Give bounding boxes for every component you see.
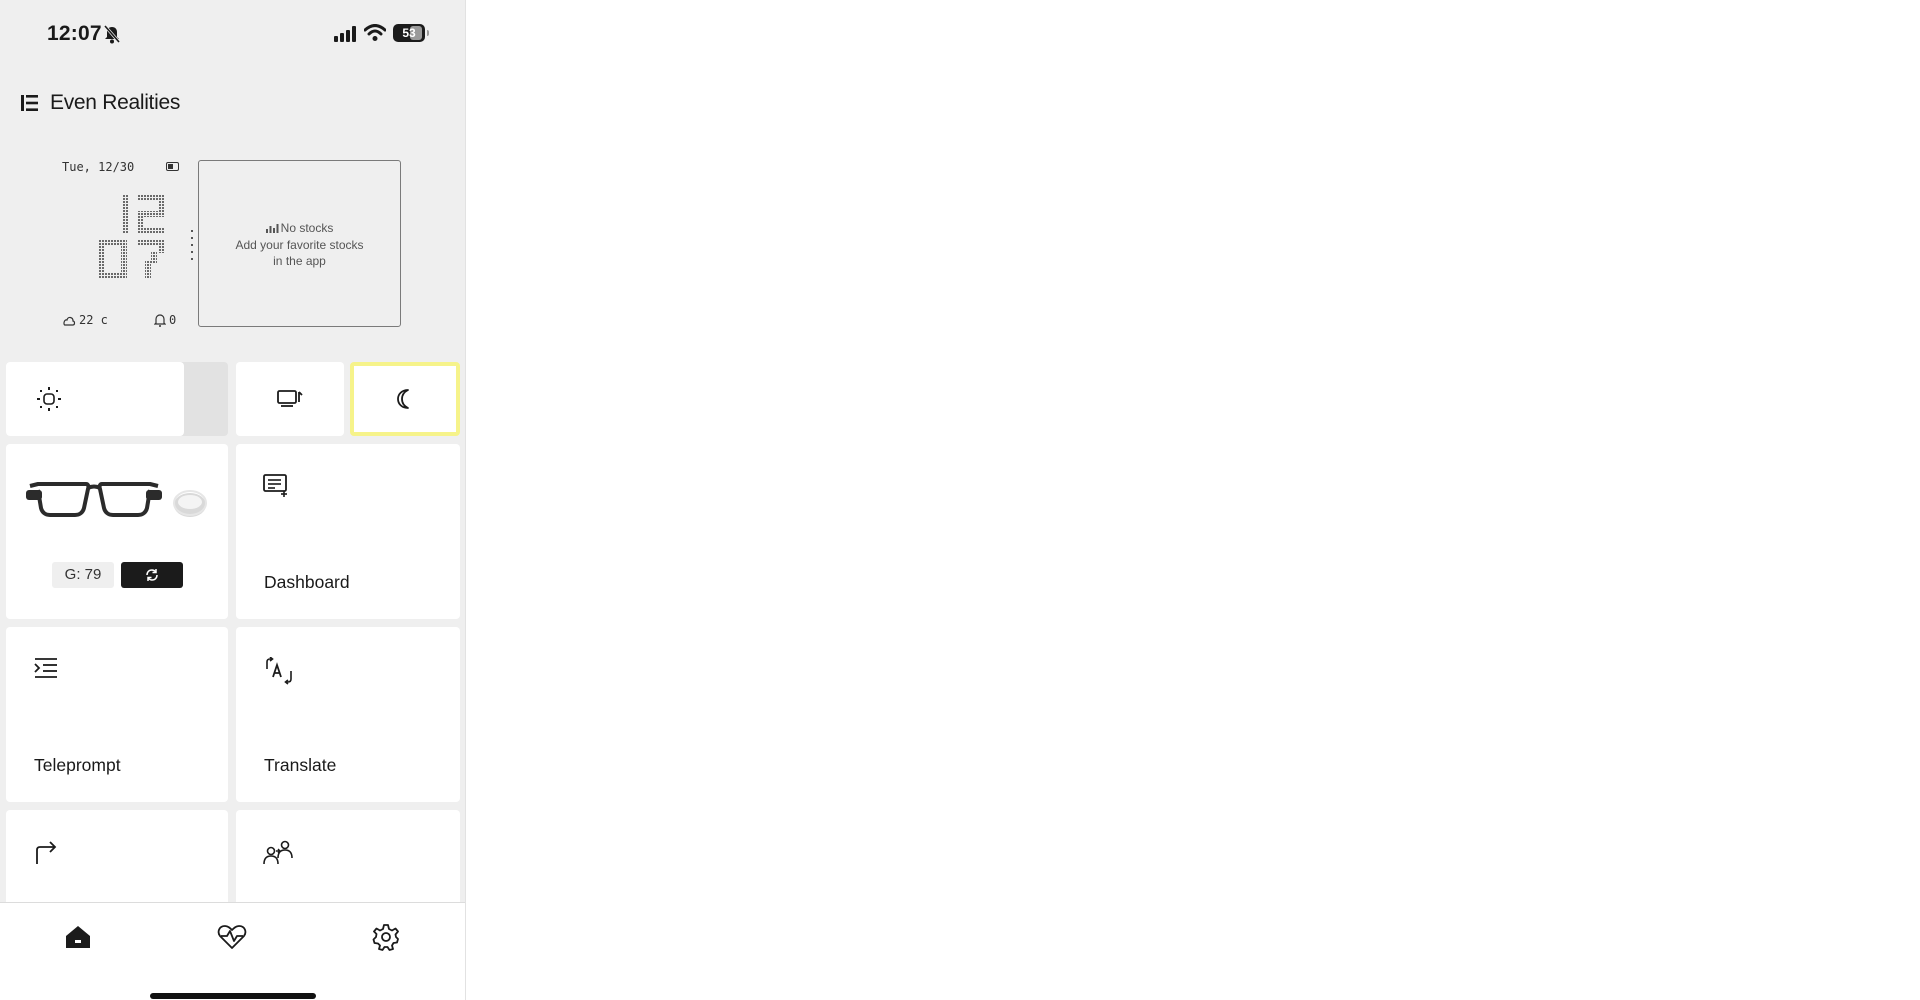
brightness-fill	[6, 362, 184, 436]
display-mode-button[interactable]	[236, 362, 344, 436]
hud-date: Tue, 12/30	[62, 160, 135, 174]
translate-label: Translate	[264, 755, 337, 775]
turn-right-arrow-icon	[36, 841, 57, 864]
teleprompt-icon	[34, 658, 57, 678]
bar-chart-icon	[265, 224, 279, 233]
sun-icon	[37, 387, 61, 411]
teleprompt-card[interactable]: Teleprompt	[6, 627, 228, 802]
phone-screen: 12:07 53 Even Realities Tue, 12/30 22 c …	[0, 0, 466, 1000]
app-title: Even Realities	[50, 91, 181, 114]
bell-icon	[154, 313, 166, 327]
night-mode-button[interactable]	[350, 362, 460, 436]
hud-battery-icon	[166, 162, 179, 171]
brightness-slider[interactable]	[6, 362, 228, 436]
list-icon[interactable]	[20, 94, 40, 112]
tab-bar	[0, 902, 465, 1000]
home-icon	[66, 926, 90, 948]
sync-button[interactable]	[121, 562, 183, 588]
sync-icon	[146, 569, 158, 581]
glasses-icon	[26, 482, 162, 517]
home-indicator	[150, 993, 316, 999]
people-icon	[263, 840, 293, 865]
battery-percent: 53	[402, 26, 416, 40]
device-card[interactable]: G: 79	[6, 444, 228, 619]
teleprompt-label: Teleprompt	[34, 755, 121, 775]
translate-card[interactable]: Translate	[236, 627, 460, 802]
hud-weather-value: 22 c	[79, 313, 108, 327]
status-time: 12:07	[47, 22, 102, 45]
display-icon	[277, 390, 303, 407]
stocks-title: No stocks	[280, 221, 334, 235]
hud-clock: 12 07	[81, 195, 181, 290]
tab-settings[interactable]	[366, 917, 406, 957]
hud-weather: 22 c	[62, 313, 108, 327]
app-header: Even Realities	[20, 88, 180, 118]
heart-pulse-icon	[217, 925, 247, 949]
stocks-title-row: No stocks	[199, 220, 400, 237]
dashboard-label: Dashboard	[264, 572, 350, 592]
battery-indicator: 53	[393, 24, 429, 42]
hud-notification-count: 0	[169, 313, 177, 327]
tab-home[interactable]	[58, 917, 98, 957]
glasses-battery-badge: G: 79	[52, 562, 114, 588]
hud-clock-digits	[99, 195, 165, 279]
hud-notifications: 0	[154, 313, 176, 327]
cloud-icon	[63, 316, 76, 326]
more-vertical-icon[interactable]	[190, 230, 194, 260]
translate-icon	[266, 657, 292, 685]
ring-icon	[173, 490, 207, 517]
dashboard-icon	[263, 474, 287, 497]
tab-health[interactable]	[212, 917, 252, 957]
status-bar: 12:07 53	[0, 0, 465, 70]
dashboard-card[interactable]: Dashboard	[236, 444, 460, 619]
wifi-icon	[364, 24, 386, 41]
bell-off-icon	[103, 25, 121, 44]
moon-icon	[397, 389, 409, 409]
settings-gear-icon	[372, 924, 399, 951]
stocks-line-2: in the app	[273, 254, 326, 268]
stocks-widget[interactable]: No stocks Add your favorite stocks in th…	[198, 160, 401, 327]
signal-icon	[334, 26, 356, 42]
stocks-line-1: Add your favorite stocks	[235, 237, 364, 252]
